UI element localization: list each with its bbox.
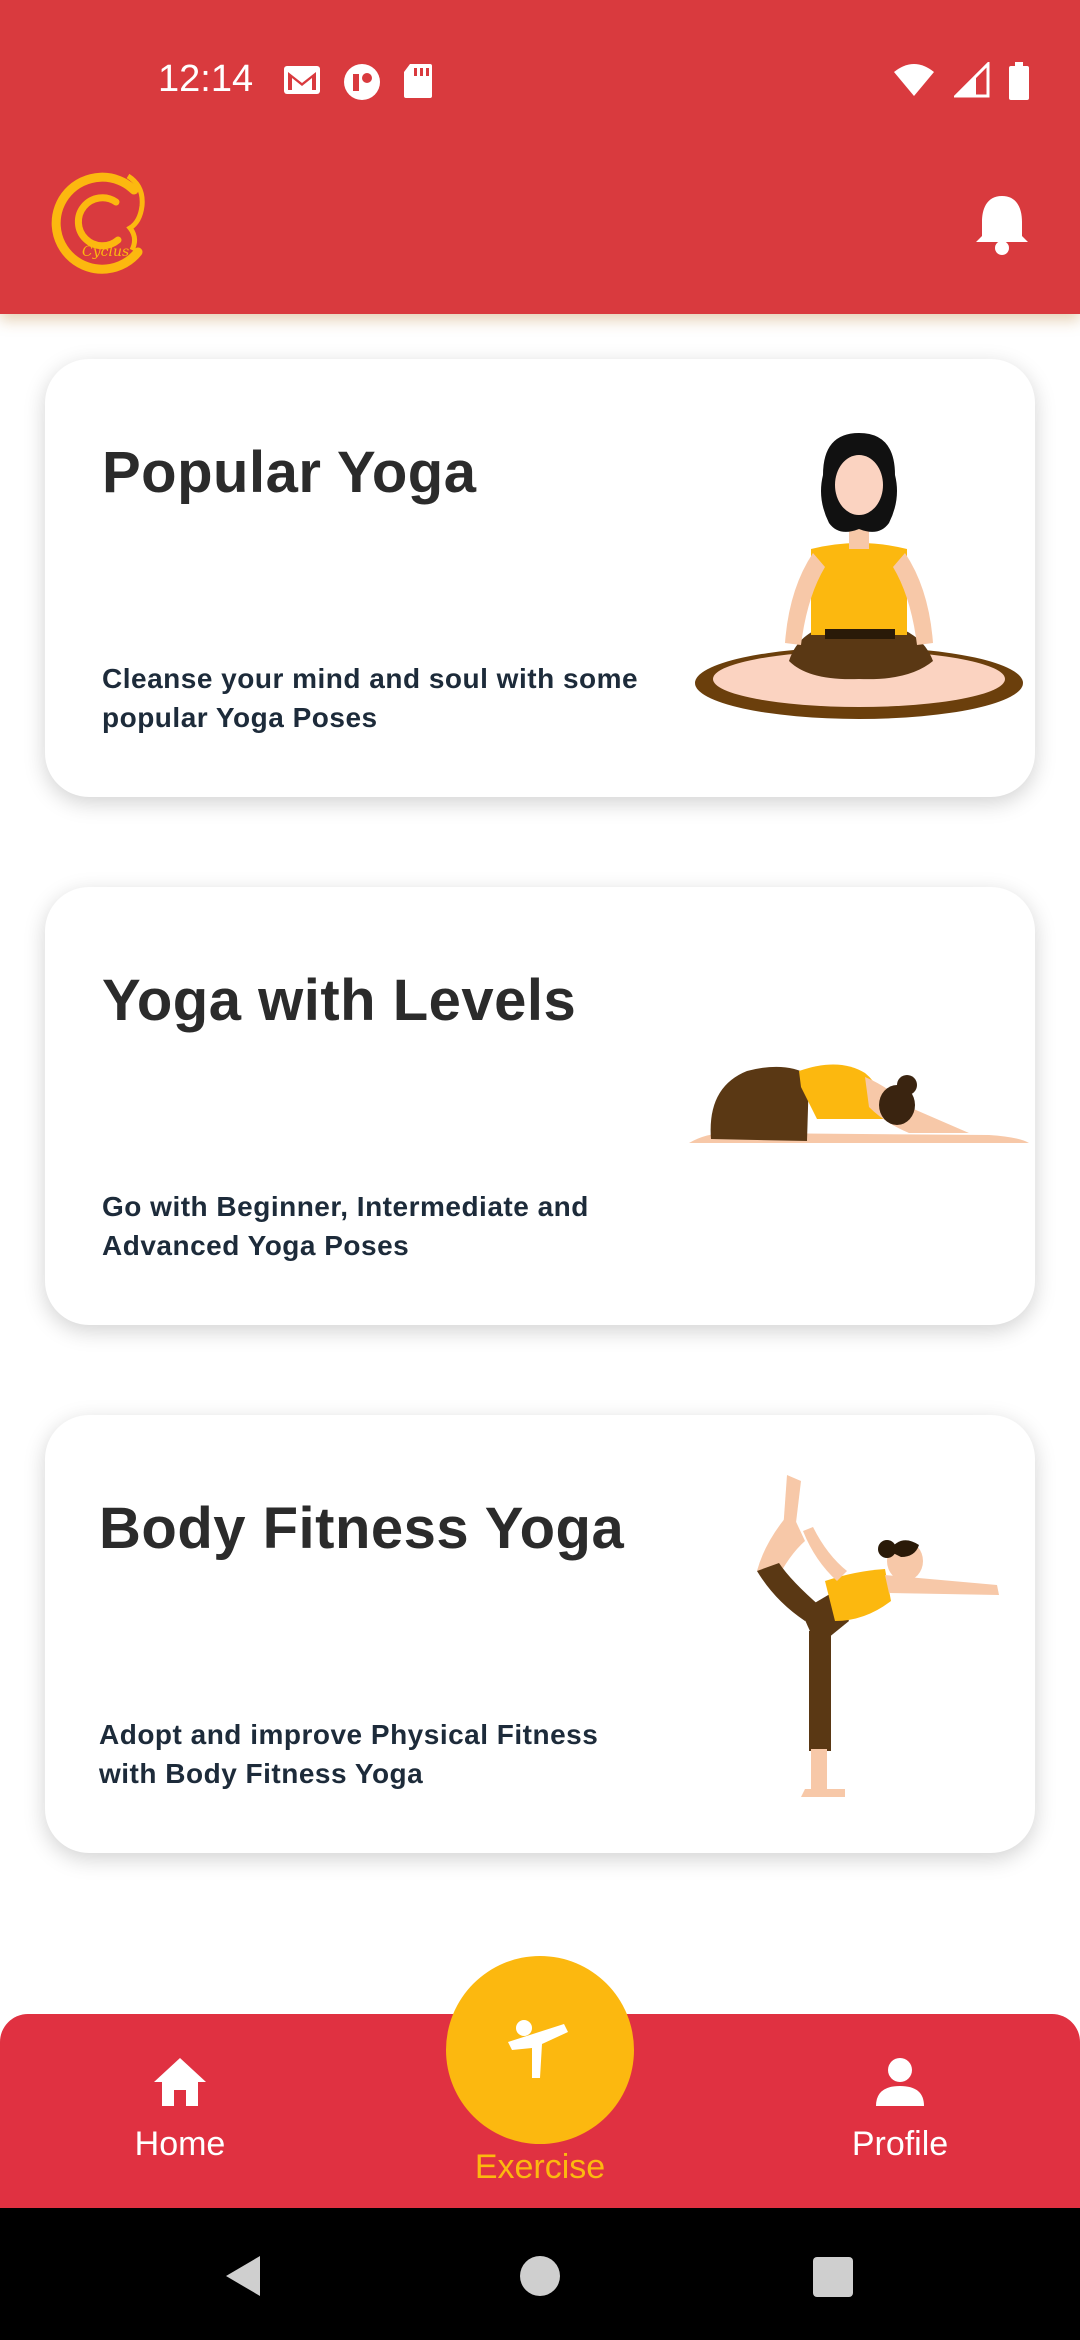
status-notifications [282, 62, 434, 102]
child-pose-illustration [689, 1064, 1029, 1143]
status-time: 12:14 [158, 58, 254, 100]
meditation-pose-illustration [695, 433, 1023, 719]
dancer-pose-illustration [757, 1475, 999, 1797]
exercise-icon [508, 2020, 568, 2078]
popular-yoga-card[interactable]: Popular Yoga Cleanse your mind and soul … [45, 359, 1035, 797]
nav-home-label: Home [134, 2125, 226, 2163]
gmail-icon [284, 66, 320, 94]
wifi-icon [894, 64, 934, 96]
sd-card-icon [404, 64, 432, 98]
card-title: Yoga with Levels [102, 968, 577, 1033]
card-title: Popular Yoga [102, 440, 477, 505]
home-circle-icon[interactable] [518, 2254, 562, 2298]
logo-wordmark: Cyclus [82, 244, 129, 260]
nav-exercise-label[interactable]: Exercise [400, 2148, 680, 2187]
card-subtitle: Go with Beginner, Intermediate and Advan… [102, 1191, 589, 1261]
person-icon [876, 2058, 924, 2106]
bell-icon[interactable] [972, 192, 1032, 256]
home-icon [154, 2058, 206, 2106]
signal-icon [954, 62, 990, 98]
nav-home[interactable]: Home [100, 2054, 260, 2164]
yoga-with-levels-card[interactable]: Yoga with Levels Go with Beginner, Inter… [45, 887, 1035, 1325]
system-navigation-bar [0, 2208, 1080, 2340]
nav-profile-label: Profile [851, 2125, 949, 2163]
card-subtitle: Adopt and improve Physical Fitness with … [99, 1719, 599, 1789]
battery-icon [1009, 62, 1029, 100]
status-system-icons [892, 62, 1030, 100]
card-subtitle: Cleanse your mind and soul with some pop… [102, 663, 639, 733]
cyclus-logo[interactable]: Cyclus [42, 166, 154, 282]
app-notification-icon [344, 64, 380, 100]
nav-exercise[interactable] [446, 1956, 634, 2144]
nav-profile[interactable]: Profile [820, 2054, 980, 2164]
app-header: 12:14 Cyclus [0, 0, 1080, 314]
card-title: Body Fitness Yoga [99, 1496, 625, 1561]
back-icon[interactable] [222, 2254, 266, 2298]
recents-icon[interactable] [812, 2256, 854, 2298]
body-fitness-yoga-card[interactable]: Body Fitness Yoga Adopt and improve Phys… [45, 1415, 1035, 1853]
